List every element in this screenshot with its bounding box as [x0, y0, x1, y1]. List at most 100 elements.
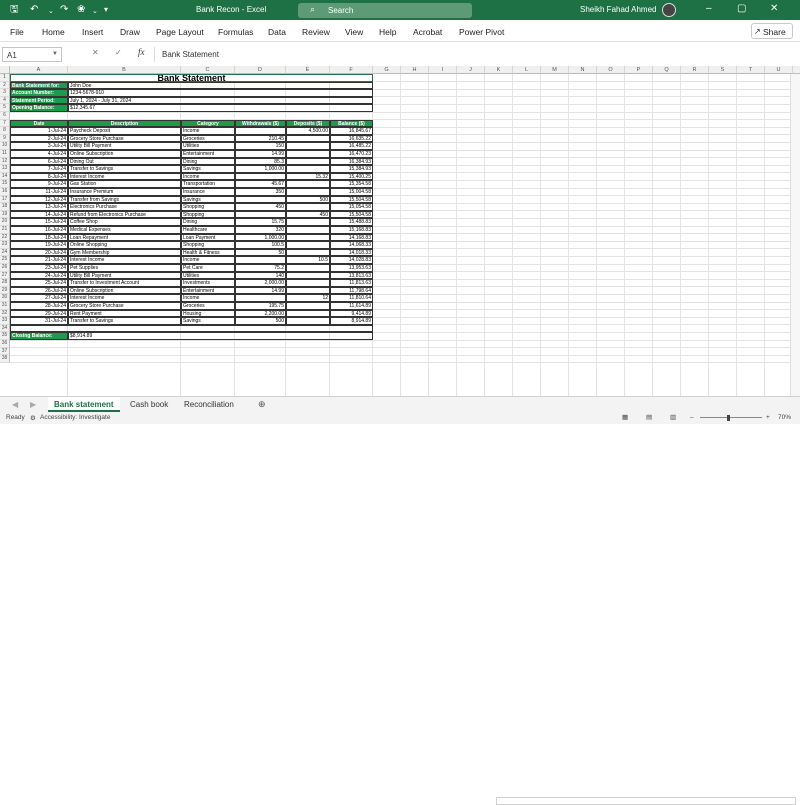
table-cell[interactable]: Utilities — [181, 271, 235, 280]
table-cell[interactable]: Paycheck Deposit — [68, 127, 181, 135]
row-header[interactable]: 34 — [0, 324, 10, 333]
row-header[interactable]: 5 — [0, 104, 10, 112]
table-cell[interactable]: 85.3 — [235, 157, 286, 166]
table-cell[interactable]: 7-Jul-24 — [10, 165, 68, 173]
table-cell[interactable] — [235, 256, 286, 264]
row-header[interactable]: 19 — [0, 210, 10, 219]
table-cell[interactable]: 19-Jul-24 — [10, 241, 68, 249]
table-cell[interactable]: 195.75 — [235, 302, 286, 310]
row-header[interactable]: 10 — [0, 142, 10, 150]
maximize-icon[interactable]: ▢ — [737, 3, 746, 14]
table-cell[interactable]: 15,004.58 — [330, 188, 373, 196]
column-header[interactable]: U — [765, 66, 793, 74]
column-header[interactable]: D — [235, 66, 286, 74]
table-cell[interactable]: 500 — [286, 195, 330, 204]
table-cell[interactable]: Interest Income — [68, 256, 181, 264]
zoom-out-icon[interactable]: – — [690, 414, 694, 421]
row-header[interactable]: 23 — [0, 241, 10, 249]
table-cell[interactable]: 4,500.00 — [286, 127, 330, 135]
table-cell[interactable] — [286, 302, 330, 310]
table-cell[interactable]: 500 — [235, 317, 286, 325]
info-label[interactable]: Bank Statement for: — [10, 81, 68, 90]
zoom-slider-thumb[interactable] — [727, 415, 730, 421]
table-cell[interactable]: Loan Repayment — [68, 233, 181, 242]
table-cell[interactable]: 450 — [235, 203, 286, 211]
table-cell[interactable]: 2,000.00 — [235, 279, 286, 287]
table-cell[interactable]: Transfer to Savings — [68, 317, 181, 325]
search-box[interactable]: ⌕ Search — [298, 3, 472, 18]
row-header[interactable]: 16 — [0, 188, 10, 196]
share-button[interactable]: ↗ Share — [751, 23, 793, 39]
tab-bank-statement[interactable]: Bank statement — [48, 397, 120, 412]
menu-file[interactable]: File — [10, 27, 24, 37]
column-header[interactable]: B — [68, 66, 181, 74]
table-cell[interactable]: 15,400.25 — [330, 172, 373, 181]
table-header[interactable]: Withdrawals ($) — [235, 119, 286, 128]
tab-scroll-right-icon[interactable]: ▶ — [30, 400, 36, 409]
table-cell[interactable]: Entertainment — [181, 286, 235, 295]
table-cell[interactable]: 15,384.93 — [330, 165, 373, 173]
save-icon[interactable]: 🖫 — [10, 4, 19, 16]
table-cell[interactable]: 14,018.33 — [330, 248, 373, 257]
table-cell[interactable]: 16,635.22 — [330, 134, 373, 143]
table-cell[interactable] — [286, 218, 330, 226]
avatar[interactable] — [662, 3, 676, 17]
row-header[interactable]: 12 — [0, 157, 10, 166]
row-header[interactable]: 28 — [0, 279, 10, 287]
table-cell[interactable] — [286, 203, 330, 211]
row-header[interactable]: 37 — [0, 347, 10, 356]
closing-label[interactable]: Closing Balance: — [10, 332, 68, 340]
undo-icon[interactable]: ↶ — [30, 4, 38, 16]
table-cell[interactable]: 6-Jul-24 — [10, 157, 68, 166]
spacer-row[interactable] — [10, 324, 373, 333]
table-cell[interactable]: Income — [181, 294, 235, 302]
column-header[interactable]: J — [457, 66, 485, 74]
table-cell[interactable] — [286, 142, 330, 150]
column-header[interactable]: O — [597, 66, 625, 74]
column-header[interactable]: P — [625, 66, 653, 74]
menu-acrobat[interactable]: Acrobat — [413, 27, 442, 37]
page-break-view-icon[interactable]: ▥ — [670, 413, 676, 421]
table-cell[interactable]: Housing — [181, 309, 235, 318]
table-cell[interactable]: 11,798.64 — [330, 286, 373, 295]
column-header[interactable]: G — [373, 66, 401, 74]
table-cell[interactable]: 29-Jul-24 — [10, 309, 68, 318]
table-cell[interactable]: Electronics Purchase — [68, 203, 181, 211]
column-header[interactable]: I — [429, 66, 457, 74]
table-cell[interactable]: 13,953.63 — [330, 264, 373, 272]
row-header[interactable]: 36 — [0, 340, 10, 348]
table-cell[interactable] — [286, 180, 330, 188]
table-cell[interactable]: Gas Station — [68, 180, 181, 188]
table-cell[interactable]: Transportation — [181, 180, 235, 188]
table-cell[interactable]: 16,845.67 — [330, 127, 373, 135]
page-layout-view-icon[interactable]: ▤ — [646, 413, 652, 421]
row-header[interactable]: 25 — [0, 256, 10, 264]
table-cell[interactable] — [286, 233, 330, 242]
select-all-corner[interactable] — [0, 66, 10, 74]
table-cell[interactable]: 11,810.64 — [330, 294, 373, 302]
table-cell[interactable]: Savings — [181, 317, 235, 325]
table-cell[interactable] — [286, 271, 330, 280]
menu-formulas[interactable]: Formulas — [218, 27, 253, 37]
column-header[interactable]: C — [181, 66, 235, 74]
undo-dropdown-icon[interactable]: ⌄ — [48, 6, 54, 18]
info-label[interactable]: Statement Period: — [10, 96, 68, 105]
table-header[interactable]: Description — [68, 119, 181, 128]
table-cell[interactable]: 8,914.89 — [330, 317, 373, 325]
table-cell[interactable]: 11-Jul-24 — [10, 188, 68, 196]
row-header[interactable]: 17 — [0, 195, 10, 204]
table-cell[interactable] — [286, 317, 330, 325]
autosave-dropdown-icon[interactable]: ⌄ — [92, 6, 98, 18]
table-cell[interactable]: 320 — [235, 226, 286, 234]
info-value[interactable]: $12,345.67 — [68, 104, 373, 112]
table-cell[interactable]: 15.75 — [235, 218, 286, 226]
table-cell[interactable]: 1,000.00 — [235, 233, 286, 242]
row-header[interactable]: 21 — [0, 226, 10, 234]
row-header[interactable]: 15 — [0, 180, 10, 188]
menu-power-pivot[interactable]: Power Pivot — [459, 27, 504, 37]
table-cell[interactable]: Dining — [181, 218, 235, 226]
row-header[interactable]: 4 — [0, 96, 10, 105]
table-cell[interactable]: Pet Supplies — [68, 264, 181, 272]
table-header[interactable]: Deposits ($) — [286, 119, 330, 128]
table-cell[interactable]: Interest Income — [68, 294, 181, 302]
